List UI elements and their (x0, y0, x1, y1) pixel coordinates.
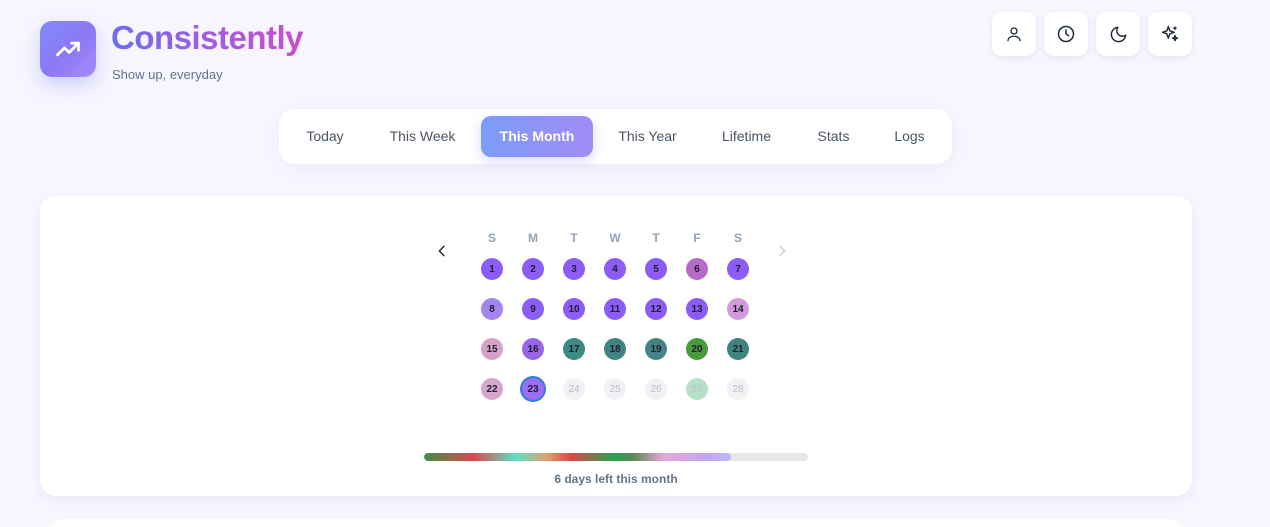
moon-icon (1110, 26, 1126, 42)
calendar-day[interactable]: 22 (481, 378, 503, 400)
calendar-day[interactable]: 18 (604, 338, 626, 360)
calendar-day[interactable]: 10 (563, 298, 585, 320)
profile-button[interactable] (992, 12, 1036, 56)
weekday-label: S (487, 231, 496, 245)
trending-up-icon (56, 41, 80, 57)
header-actions (992, 12, 1192, 56)
weekday-label: T (652, 231, 660, 245)
calendar-day-today[interactable]: 23 (522, 378, 544, 400)
weekday-label: F (693, 231, 701, 245)
month-progress-bar (424, 453, 808, 461)
magic-button[interactable] (1148, 12, 1192, 56)
calendar-day[interactable]: 7 (727, 258, 749, 280)
tab-lifetime[interactable]: Lifetime (709, 116, 784, 157)
calendar-day[interactable]: 13 (686, 298, 708, 320)
calendar-day[interactable]: 1 (481, 258, 503, 280)
secondary-card (48, 519, 1184, 527)
calendar-day[interactable]: 26 (645, 378, 667, 400)
tab-this-year[interactable]: This Year (609, 116, 686, 157)
calendar-day[interactable]: 3 (563, 258, 585, 280)
tab-this-week[interactable]: This Week (379, 116, 466, 157)
month-calendar-card: S M T W T F S 1 2 3 4 5 6 7 8 9 10 11 12 13 14 15 16 17 1… (40, 196, 1192, 496)
tab-stats[interactable]: Stats (808, 116, 859, 157)
tab-this-month[interactable]: This Month (481, 116, 593, 157)
tab-today[interactable]: Today (291, 116, 359, 157)
calendar-day[interactable]: 14 (727, 298, 749, 320)
theme-toggle-button[interactable] (1096, 12, 1140, 56)
user-icon (1007, 27, 1021, 42)
weekday-label: S (733, 231, 742, 245)
prev-month-button[interactable] (432, 241, 452, 261)
chevron-left-icon (438, 245, 445, 257)
calendar-day[interactable]: 5 (645, 258, 667, 280)
weekday-label: W (609, 231, 621, 245)
calendar-day[interactable]: 16 (522, 338, 544, 360)
calendar-day[interactable]: 6 (686, 258, 708, 280)
calendar-day[interactable]: 24 (563, 378, 585, 400)
weekday-label: T (570, 231, 578, 245)
next-month-button[interactable] (772, 241, 792, 261)
calendar-day[interactable]: 21 (727, 338, 749, 360)
tab-logs[interactable]: Logs (884, 116, 935, 157)
view-tabs: Today This Week This Month This Year Lif… (279, 109, 952, 164)
history-button[interactable] (1044, 12, 1088, 56)
calendar-day[interactable]: 28 (727, 378, 749, 400)
calendar-day[interactable]: 15 (481, 338, 503, 360)
chevron-right-icon (779, 245, 786, 257)
days-left-label: 6 days left this month (554, 472, 678, 486)
calendar-day[interactable]: 25 (604, 378, 626, 400)
calendar-day[interactable]: 9 (522, 298, 544, 320)
calendar-day[interactable]: 27 (686, 378, 708, 400)
app-subtitle: Show up, everyday (112, 67, 223, 82)
calendar-day[interactable]: 8 (481, 298, 503, 320)
calendar-day[interactable]: 20 (686, 338, 708, 360)
app-logo (40, 21, 96, 77)
calendar-day[interactable]: 19 (645, 338, 667, 360)
app-title: Consistently (111, 19, 304, 56)
calendar-day[interactable]: 17 (563, 338, 585, 360)
clock-icon (1057, 25, 1075, 43)
calendar-day[interactable]: 11 (604, 298, 626, 320)
calendar-day[interactable]: 12 (645, 298, 667, 320)
month-progress-fill (424, 453, 732, 461)
calendar-day[interactable]: 2 (522, 258, 544, 280)
sparkles-icon (1161, 25, 1179, 42)
weekday-label: M (528, 231, 538, 245)
calendar-day[interactable]: 4 (604, 258, 626, 280)
